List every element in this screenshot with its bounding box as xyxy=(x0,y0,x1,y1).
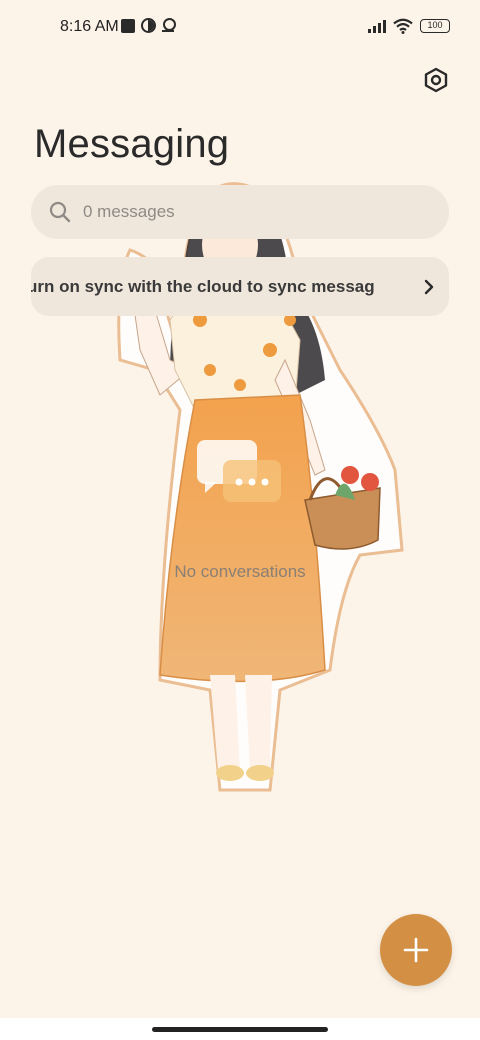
status-bar: 8:16 AM 100 xyxy=(0,0,480,56)
plus-icon xyxy=(403,937,429,963)
square-notification-icon xyxy=(121,18,135,33)
location-pin-icon xyxy=(162,18,176,33)
battery-icon: 100 xyxy=(420,19,450,33)
status-notification-icons xyxy=(121,18,176,33)
status-time: 8:16 AM xyxy=(60,18,119,35)
search-input[interactable]: 0 messages xyxy=(83,202,175,222)
chevron-right-icon xyxy=(409,278,449,296)
settings-button[interactable] xyxy=(420,64,452,96)
search-icon xyxy=(49,201,71,223)
sync-banner-text: urn on sync with the cloud to sync messa… xyxy=(31,276,375,296)
chat-bubbles-icon xyxy=(197,440,281,502)
wifi-icon xyxy=(393,18,413,34)
page-title: Messaging xyxy=(34,122,230,166)
home-indicator[interactable] xyxy=(152,1027,328,1032)
new-conversation-button[interactable] xyxy=(380,914,452,986)
empty-state-text: No conversations xyxy=(174,562,306,581)
settings-hexagon-icon xyxy=(424,67,448,93)
sync-banner[interactable]: urn on sync with the cloud to sync messa… xyxy=(31,257,449,316)
search-bar[interactable]: 0 messages xyxy=(31,185,449,239)
signal-icon xyxy=(368,19,386,33)
half-circle-icon xyxy=(141,18,156,33)
status-system-icons: 100 xyxy=(368,18,450,34)
messaging-screen: 8:16 AM 100 Messaging 0 messages urn on … xyxy=(0,0,480,1040)
